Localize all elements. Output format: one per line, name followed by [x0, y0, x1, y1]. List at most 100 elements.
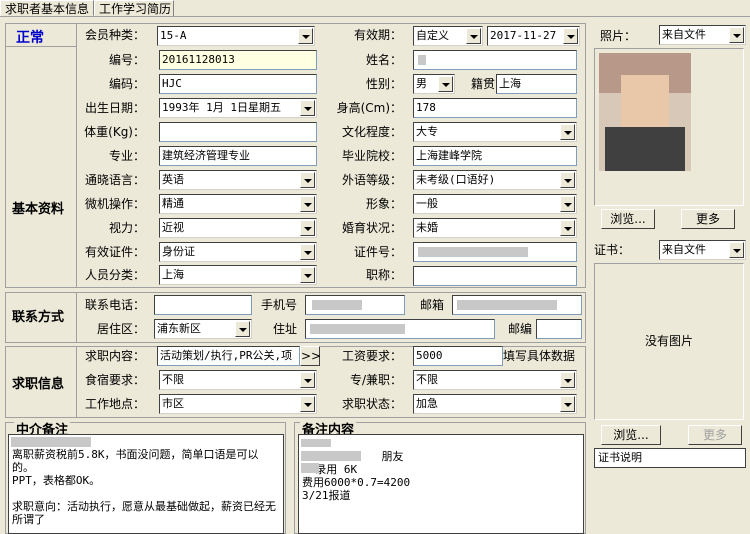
chevron-down-icon[interactable]	[298, 28, 313, 44]
gender-select[interactable]: 男	[413, 74, 455, 94]
native-place-field[interactable]: 上海	[496, 74, 577, 94]
eyesight-select[interactable]: 近视	[159, 218, 317, 238]
language-label: 通晓语言：	[84, 173, 145, 187]
cert-browse-button[interactable]: 浏览...	[601, 425, 661, 445]
board-value: 不限	[162, 373, 184, 386]
category-select[interactable]: 上海	[159, 265, 317, 285]
status-label: 正常	[16, 30, 44, 46]
salary-label: 工资要求：	[341, 349, 402, 363]
district-select[interactable]: 浦东新区	[154, 319, 252, 339]
cert-source-value: 来自文件	[662, 243, 706, 256]
computer-value: 精通	[162, 197, 184, 210]
agency-memo-redacted	[11, 437, 91, 447]
photo-browse-button[interactable]: 浏览...	[601, 209, 655, 229]
mobile-label: 手机号	[260, 298, 297, 312]
tab-basic-info[interactable]: 求职者基本信息	[0, 0, 94, 16]
tab-work-study-resume[interactable]: 工作学习简历	[94, 0, 174, 16]
chevron-down-icon[interactable]	[300, 100, 315, 116]
chevron-down-icon[interactable]	[300, 220, 315, 236]
salary-field[interactable]: 5000	[413, 346, 503, 366]
chevron-down-icon[interactable]	[300, 396, 315, 412]
photo-more-button[interactable]: 更多	[681, 209, 735, 229]
work-place-select[interactable]: 市区	[159, 394, 317, 414]
email-field[interactable]	[452, 295, 582, 315]
weight-field[interactable]	[159, 122, 317, 142]
chevron-down-icon[interactable]	[560, 124, 575, 140]
address-field[interactable]	[305, 319, 495, 339]
code-field[interactable]: HJC	[159, 74, 317, 94]
agency-memo-text[interactable]: 离职薪资税前5.8K，书面没问题，简单口语是可以的。 PPT，表格都OK。 求职…	[8, 434, 284, 534]
contact-divider	[76, 292, 77, 343]
gender-label: 性别：	[365, 77, 402, 91]
title-label: 职称：	[365, 268, 402, 282]
number-field[interactable]: 20161128013	[159, 50, 317, 70]
id-type-select[interactable]: 身份证	[159, 242, 317, 262]
graduate-school-field[interactable]: 上海建峰学院	[413, 146, 577, 166]
phone-label: 联系电话：	[84, 298, 145, 312]
photo-frame	[594, 48, 744, 206]
notes-text[interactable]: 朋友 录用 6K 费用6000*0.7=4200 3/21报道	[298, 434, 584, 534]
district-label: 居住区：	[96, 322, 145, 336]
cert-source-select[interactable]: 来自文件	[659, 240, 746, 260]
chevron-down-icon[interactable]	[563, 28, 578, 44]
height-field[interactable]: 178	[413, 98, 577, 118]
phone-field[interactable]	[154, 295, 252, 315]
birth-date-picker[interactable]: 1993年 1月 1日星期五	[159, 98, 317, 118]
fulltime-label: 专/兼职：	[349, 373, 402, 387]
eyesight-label: 视力：	[108, 221, 145, 235]
job-status-select[interactable]: 加急	[413, 394, 577, 414]
fulltime-select[interactable]: 不限	[413, 370, 577, 390]
chevron-down-icon[interactable]	[560, 196, 575, 212]
id-number-label: 证件号：	[353, 245, 402, 259]
language-select[interactable]: 英语	[159, 170, 317, 190]
appearance-value: 一般	[416, 197, 438, 210]
photo-image[interactable]	[599, 53, 691, 171]
chevron-down-icon[interactable]	[300, 372, 315, 388]
computer-select[interactable]: 精通	[159, 194, 317, 214]
appearance-select[interactable]: 一般	[413, 194, 577, 214]
board-select[interactable]: 不限	[159, 370, 317, 390]
marital-select[interactable]: 未婚	[413, 218, 577, 238]
chevron-down-icon[interactable]	[300, 172, 315, 188]
job-content-field[interactable]: 活动策划/执行,PR公关,项	[157, 346, 300, 366]
fulltime-value: 不限	[416, 373, 438, 386]
work-place-value: 市区	[162, 397, 184, 410]
eyesight-value: 近视	[162, 221, 184, 234]
salary-hint: 填写具体数据	[503, 349, 576, 363]
mobile-field[interactable]	[305, 295, 405, 315]
chevron-down-icon[interactable]	[300, 196, 315, 212]
name-field[interactable]	[413, 50, 577, 70]
chevron-down-icon[interactable]	[560, 372, 575, 388]
chevron-down-icon[interactable]	[729, 242, 744, 258]
foreign-level-label: 外语等级：	[341, 173, 402, 187]
major-field[interactable]: 建筑经济管理专业	[159, 146, 317, 166]
validity-date-picker[interactable]: 2017-11-27	[487, 26, 580, 46]
id-type-value: 身份证	[162, 245, 195, 258]
foreign-level-select[interactable]: 未考级(口语好)	[413, 170, 577, 190]
photo-source-select[interactable]: 来自文件	[659, 25, 746, 45]
chevron-down-icon[interactable]	[466, 28, 481, 44]
marital-label: 婚育状况：	[341, 221, 402, 235]
expand-button[interactable]: >>	[300, 346, 321, 366]
no-image-text: 没有图片	[644, 334, 693, 348]
title-field[interactable]	[413, 266, 577, 286]
chevron-down-icon[interactable]	[729, 27, 744, 43]
chevron-down-icon[interactable]	[560, 396, 575, 412]
cert-note-field[interactable]: 证书说明	[594, 448, 746, 468]
validity-mode-select[interactable]: 自定义	[413, 26, 483, 46]
member-type-select[interactable]: 15-A	[157, 26, 315, 46]
chevron-down-icon[interactable]	[560, 172, 575, 188]
education-select[interactable]: 大专	[413, 122, 577, 142]
id-number-field[interactable]	[413, 242, 577, 262]
notes-redacted-1	[301, 439, 331, 447]
chevron-down-icon[interactable]	[235, 321, 250, 337]
validity-label: 有效期：	[353, 28, 402, 42]
chevron-down-icon[interactable]	[438, 76, 453, 92]
chevron-down-icon[interactable]	[300, 244, 315, 260]
work-place-label: 工作地点：	[84, 397, 145, 411]
computer-label: 微机操作：	[84, 197, 145, 211]
postcode-field[interactable]	[536, 319, 582, 339]
chevron-down-icon[interactable]	[560, 220, 575, 236]
email-redacted	[457, 300, 557, 310]
chevron-down-icon[interactable]	[300, 267, 315, 283]
